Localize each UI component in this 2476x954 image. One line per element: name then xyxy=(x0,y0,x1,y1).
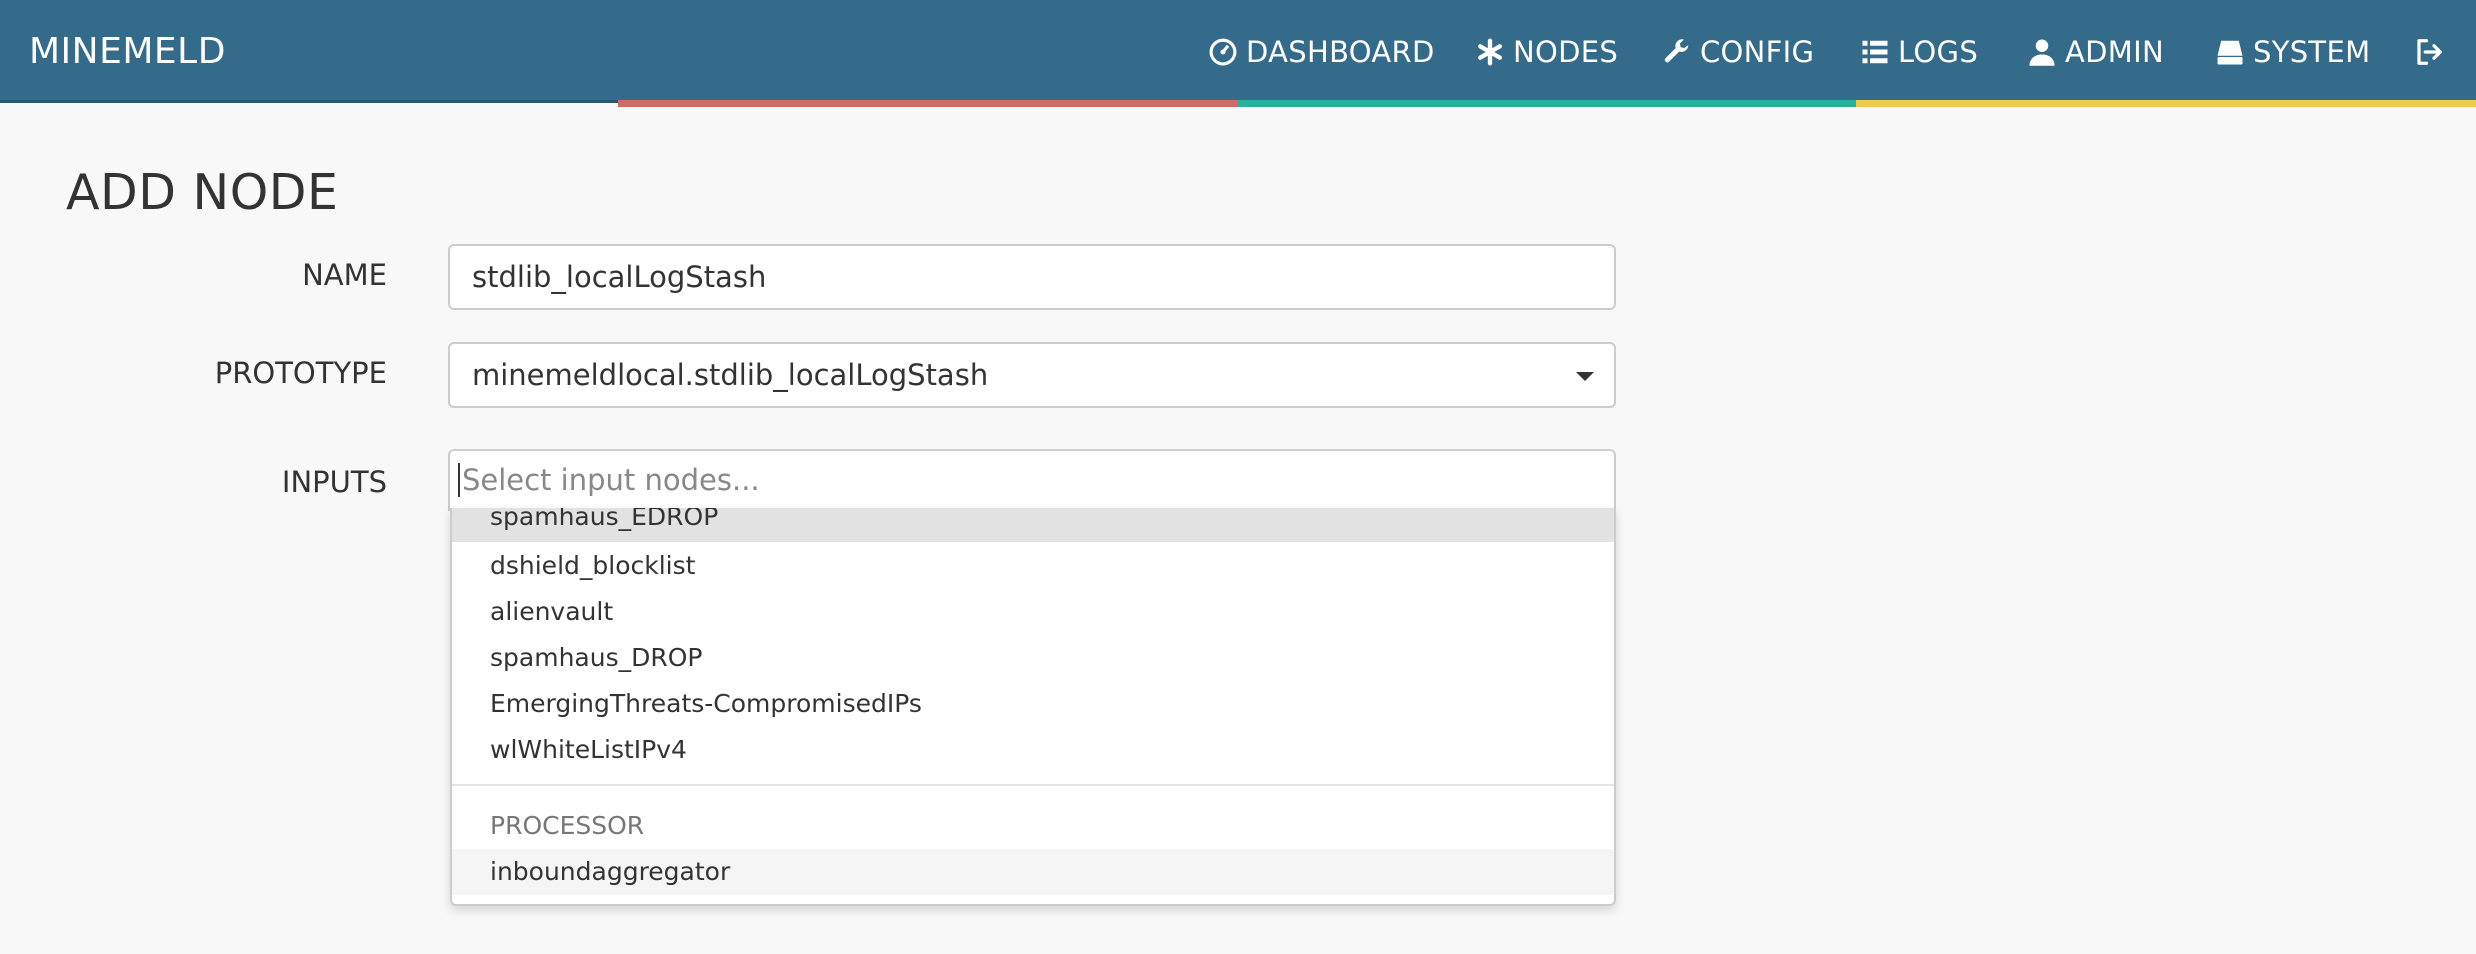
user-icon xyxy=(2029,39,2055,66)
inputs-field[interactable]: Select input nodes... xyxy=(448,449,1616,511)
hdd-icon xyxy=(2217,40,2243,64)
inputs-placeholder: Select input nodes... xyxy=(462,463,760,497)
nav-config-label: CONFIG xyxy=(1700,34,1815,69)
nav-nodes[interactable]: NODES xyxy=(1475,0,1618,103)
dropdown-option[interactable]: inboundaggregator xyxy=(452,849,1614,895)
top-navbar: MINEMELD DASHBOARD NODES CONFIG LOGS ADM… xyxy=(0,0,2476,103)
dropdown-option[interactable]: spamhaus_DROP xyxy=(452,635,1614,681)
logout-button[interactable] xyxy=(2414,0,2452,103)
dropdown-divider xyxy=(452,784,1614,786)
name-label: NAME xyxy=(302,258,387,292)
nav-admin-label: ADMIN xyxy=(2065,34,2164,69)
dropdown-option[interactable]: alienvault xyxy=(452,589,1614,635)
caret-down-icon xyxy=(1576,372,1594,381)
page-title: ADD NODE xyxy=(66,164,339,221)
dashboard-icon xyxy=(1209,38,1237,65)
dropdown-group-header: PROCESSOR xyxy=(490,811,645,840)
logout-icon xyxy=(2417,38,2442,65)
inputs-dropdown: spamhaus_EDROP dshield_blocklist alienva… xyxy=(450,508,1616,906)
name-value: stdlib_localLogStash xyxy=(472,260,767,294)
list-icon xyxy=(1862,40,1888,63)
brand-logo[interactable]: MINEMELD xyxy=(29,0,226,103)
nav-stripe-red xyxy=(618,100,1238,107)
prototype-label: PROTOTYPE xyxy=(214,356,387,390)
nav-nodes-label: NODES xyxy=(1513,34,1619,69)
inputs-label: INPUTS xyxy=(281,465,387,499)
prototype-select[interactable]: minemeldlocal.stdlib_localLogStash xyxy=(448,342,1616,408)
dropdown-option[interactable]: EmergingThreats-CompromisedIPs xyxy=(452,681,1614,727)
nav-stripe-teal xyxy=(1238,100,1856,107)
nav-admin[interactable]: ADMIN xyxy=(2027,0,2164,103)
nav-dashboard[interactable]: DASHBOARD xyxy=(1208,0,1435,103)
name-field[interactable]: stdlib_localLogStash xyxy=(448,244,1616,310)
dropdown-option[interactable]: dshield_blocklist xyxy=(452,543,1614,589)
nav-stripe-yellow xyxy=(1856,100,2476,107)
dropdown-option[interactable]: wlWhiteListIPv4 xyxy=(452,727,1614,773)
nav-config[interactable]: CONFIG xyxy=(1662,0,1814,103)
nav-system-label: SYSTEM xyxy=(2253,34,2371,69)
asterisk-icon xyxy=(1478,38,1502,65)
text-cursor xyxy=(458,463,460,497)
nav-logs[interactable]: LOGS xyxy=(1860,0,1978,103)
dropdown-option[interactable]: spamhaus_EDROP xyxy=(452,508,1614,542)
wrench-icon xyxy=(1664,38,1689,62)
prototype-value: minemeldlocal.stdlib_localLogStash xyxy=(472,358,989,392)
nav-dashboard-label: DASHBOARD xyxy=(1246,34,1435,69)
nav-logs-label: LOGS xyxy=(1898,34,1979,69)
nav-system[interactable]: SYSTEM xyxy=(2215,0,2370,103)
